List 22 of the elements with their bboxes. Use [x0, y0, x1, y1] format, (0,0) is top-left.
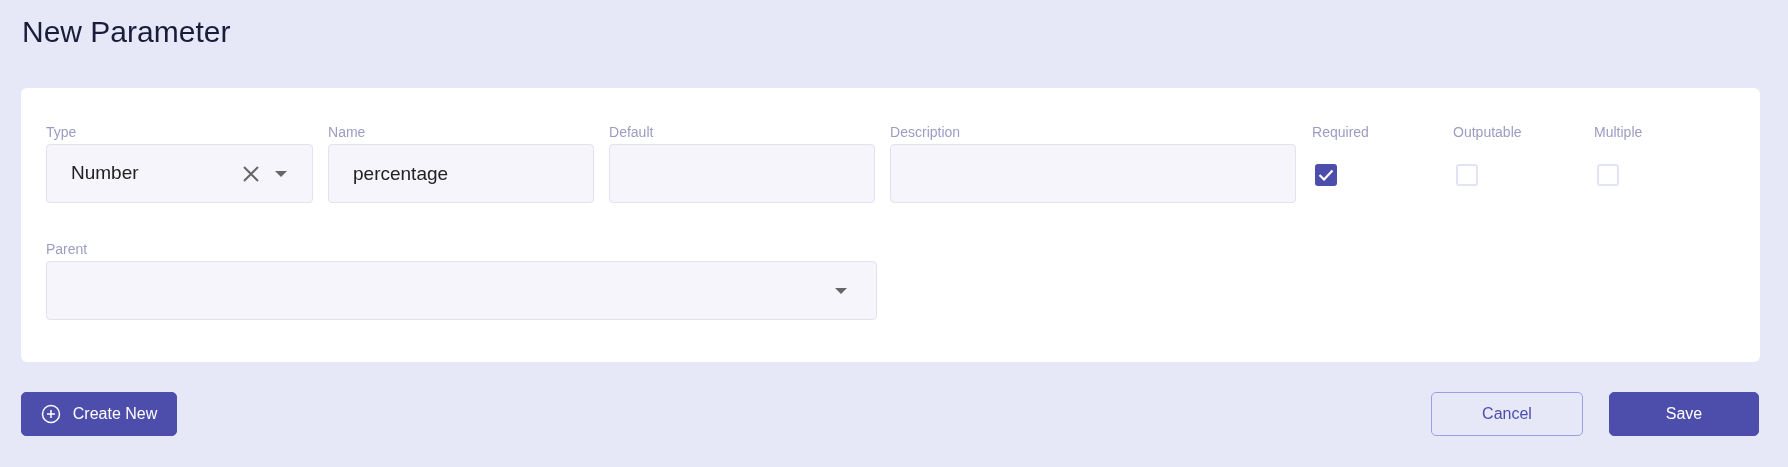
- page-title: New Parameter: [22, 14, 231, 50]
- type-select[interactable]: Number: [46, 144, 313, 203]
- create-button[interactable]: Create New: [21, 392, 177, 436]
- field-label: Name: [328, 123, 366, 141]
- text-field[interactable]: [890, 144, 1297, 203]
- save-button[interactable]: Save: [1609, 392, 1759, 436]
- field-label: Description: [890, 123, 961, 141]
- text-field[interactable]: percentage: [328, 144, 595, 203]
- checkbox[interactable]: [1315, 164, 1338, 186]
- field-label: Parent: [46, 240, 88, 258]
- text-field[interactable]: [609, 144, 876, 203]
- checkbox-label: Required: [1312, 123, 1369, 141]
- parent-select[interactable]: [46, 261, 877, 320]
- caret-icon: [274, 169, 288, 178]
- cancel-button[interactable]: Cancel: [1431, 392, 1583, 436]
- field-label: Default: [609, 123, 654, 141]
- field-label: Type: [46, 123, 77, 141]
- plus-circle-icon: [40, 404, 61, 424]
- clear-icon[interactable]: [242, 164, 260, 183]
- checkbox-label: Outputable: [1453, 123, 1522, 141]
- caret-icon: [834, 286, 848, 295]
- checkbox-label: Multiple: [1594, 123, 1643, 141]
